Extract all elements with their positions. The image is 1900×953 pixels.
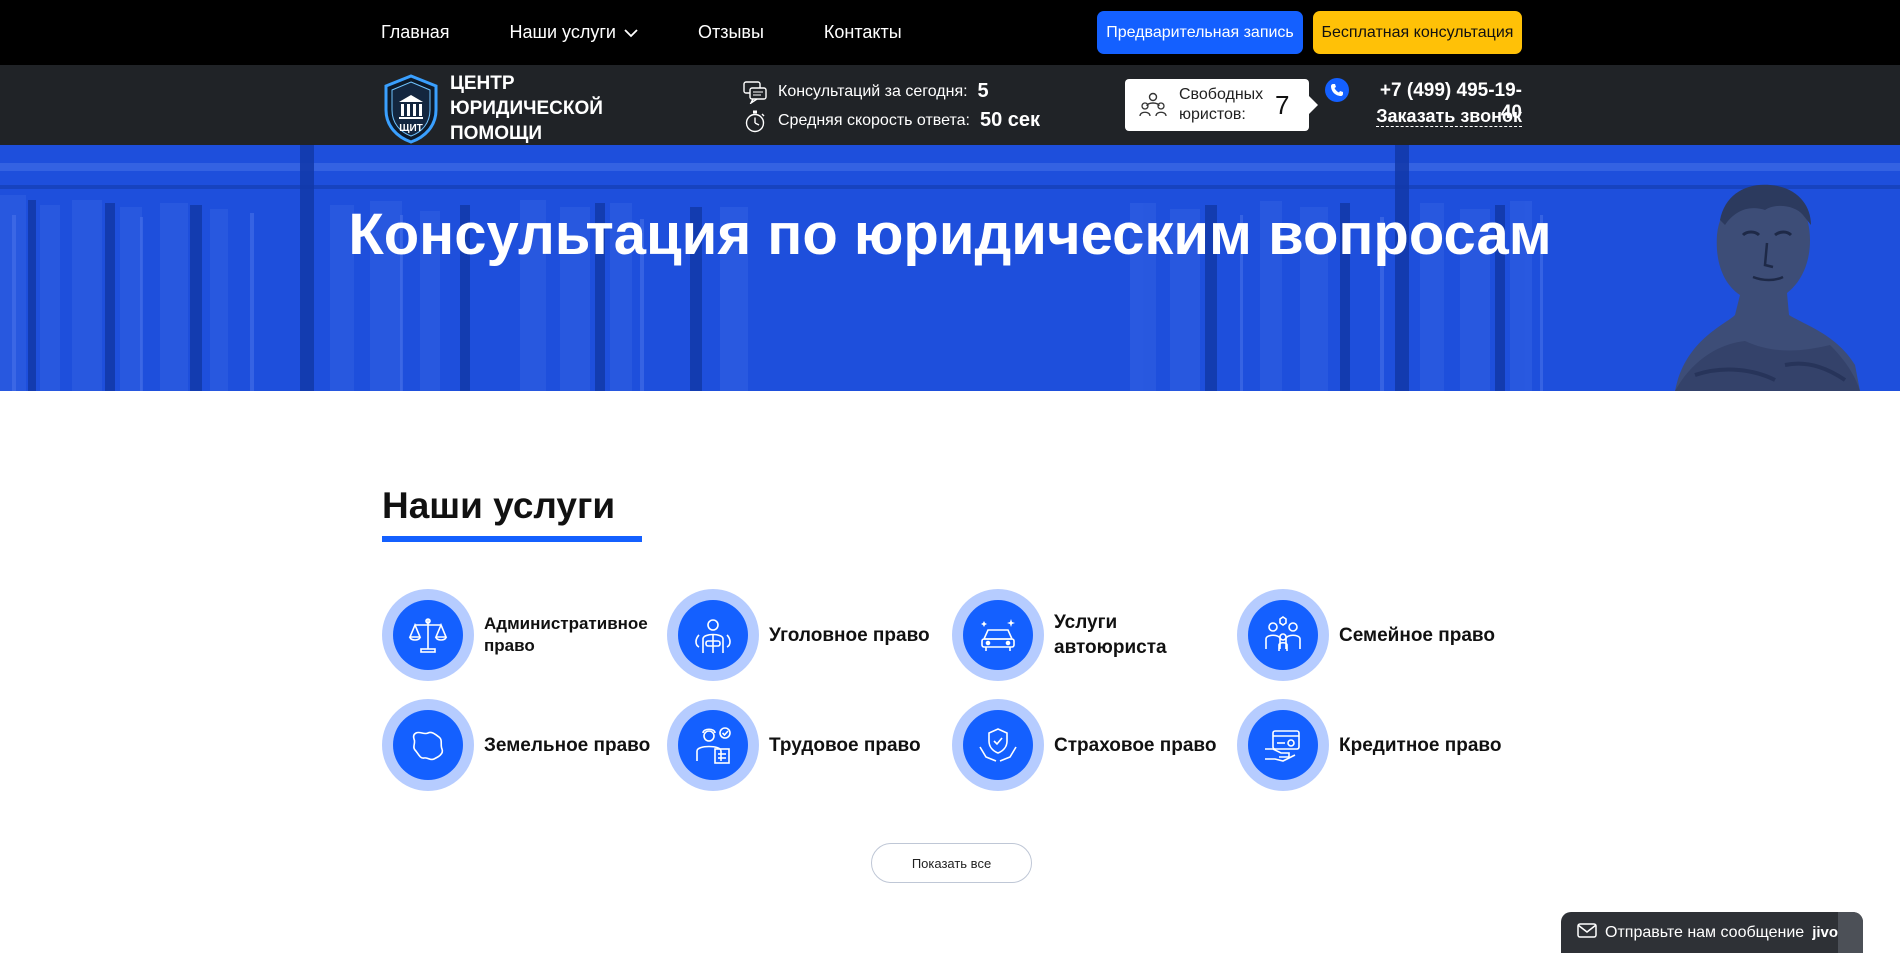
service-name: Кредитное право [1339,734,1502,756]
title-underline [382,536,642,542]
service-name: Семейное право [1339,624,1495,646]
service-family[interactable]: Семейное право [1237,589,1509,681]
handcuffs-icon [695,619,731,653]
service-icon-circle [667,699,759,791]
nav-item-home[interactable]: Главная [381,22,450,43]
service-land[interactable]: Земельное право [382,699,654,791]
nav-item-label: Контакты [823,22,902,42]
service-name: Услуги автоюриста [1054,612,1167,658]
service-icon-inner [1248,600,1318,670]
phone-icon[interactable] [1325,78,1349,102]
service-icon-inner [393,600,463,670]
envelope-icon [1577,922,1597,943]
show-all-button[interactable]: Показать все [871,843,1032,883]
service-icon-circle [1237,589,1329,681]
map-icon [412,731,444,761]
service-icon-inner [678,600,748,670]
service-labor[interactable]: Трудовое право [667,699,939,791]
chat-widget[interactable]: Отправьте нам сообщение jivo [1561,912,1863,953]
info-bar: ЩИТ ЦЕНТР ЮРИДИЧЕСКОЙ ПОМОЩИ Консультаци… [0,65,1900,145]
svg-text:ЩИТ: ЩИТ [399,123,423,134]
service-icon-inner [963,600,1033,670]
brand-name: ЦЕНТР ЮРИДИЧЕСКОЙ ПОМОЩИ [450,73,603,144]
service-icon-inner [1248,710,1318,780]
service-name: Страховое право [1054,734,1217,756]
credit-card-icon [1265,730,1300,762]
chevron-down-icon [624,22,638,43]
service-icon-circle [382,699,474,791]
services-title: Наши услуги [382,485,616,526]
service-icon-inner [393,710,463,780]
free-lawyers-value: 7 [1275,89,1290,120]
service-credit[interactable]: Кредитное право [1237,699,1509,791]
logo[interactable]: ЩИТ ЦЕНТР ЮРИДИЧЕСКОЙ ПОМОЩИ [382,71,670,146]
service-icon-circle [952,699,1044,791]
lawyers-icon [1139,92,1167,117]
service-icon-inner [678,710,748,780]
shield-logo-icon: ЩИТ [384,73,438,144]
consultations-value: 5 [977,80,989,102]
free-lawyers-label: Свободных юристов: [1179,86,1264,123]
service-icon-circle [1237,699,1329,791]
callback-label: Заказать звонок [1376,106,1522,127]
nav-links: Главная Наши услуги Отзывы Контакты [381,0,962,65]
service-icon-inner [963,710,1033,780]
hero-banner: Консультация по юридическим вопросам [0,145,1900,391]
family-icon [1265,616,1301,651]
service-name: Административное право [484,614,648,655]
shield-hands-icon [979,728,1017,762]
stats-block: Консультаций за сегодня: 5 Средняя скоро… [742,77,1040,135]
service-icon-circle [952,589,1044,681]
speed-value: 50 сек [979,109,1041,131]
nav-item-contacts[interactable]: Контакты [824,22,902,43]
service-auto-lawyer[interactable]: Услуги автоюриста [952,589,1224,681]
service-insurance[interactable]: Страховое право [952,699,1224,791]
worker-icon [696,727,731,764]
service-administrative[interactable]: Административное право [382,589,654,681]
service-icon-circle [382,589,474,681]
service-criminal[interactable]: Уголовное право [667,589,939,681]
callback-link[interactable]: Заказать звонок [1366,106,1522,127]
service-icon-circle [667,589,759,681]
nav-item-reviews[interactable]: Отзывы [698,22,764,43]
preorder-button[interactable]: Предварительная запись [1097,11,1303,54]
nav-item-label: Главная [381,22,450,42]
service-name: Земельное право [484,734,651,756]
stopwatch-icon [745,110,765,132]
stat-speed: Средняя скорость ответа: 50 сек [742,106,1040,135]
top-navigation: Главная Наши услуги Отзывы Контакты Пред… [0,0,1900,65]
free-consultation-button[interactable]: Бесплатная консультация [1313,11,1522,54]
stat-consultations: Консультаций за сегодня: 5 [742,77,1040,106]
jivo-logo: jivo [1812,924,1839,941]
service-name: Трудовое право [769,734,921,756]
scales-icon [408,618,448,653]
hero-title: Консультация по юридическим вопросам [348,202,1552,267]
nav-item-label: Наши услуги [509,22,616,42]
chat-widget-corner [1838,912,1863,953]
chat-label: Отправьте нам сообщение [1605,923,1805,941]
nav-item-label: Отзывы [697,22,764,42]
car-icon [981,619,1015,651]
chat-bubbles-icon [743,80,767,104]
service-name: Уголовное право [769,624,930,646]
free-lawyers-card: Свободных юристов: 7 [1125,79,1318,131]
speed-label: Средняя скорость ответа: [778,111,970,129]
consultations-label: Консультаций за сегодня: [778,82,968,100]
nav-item-services[interactable]: Наши услуги [510,22,638,43]
